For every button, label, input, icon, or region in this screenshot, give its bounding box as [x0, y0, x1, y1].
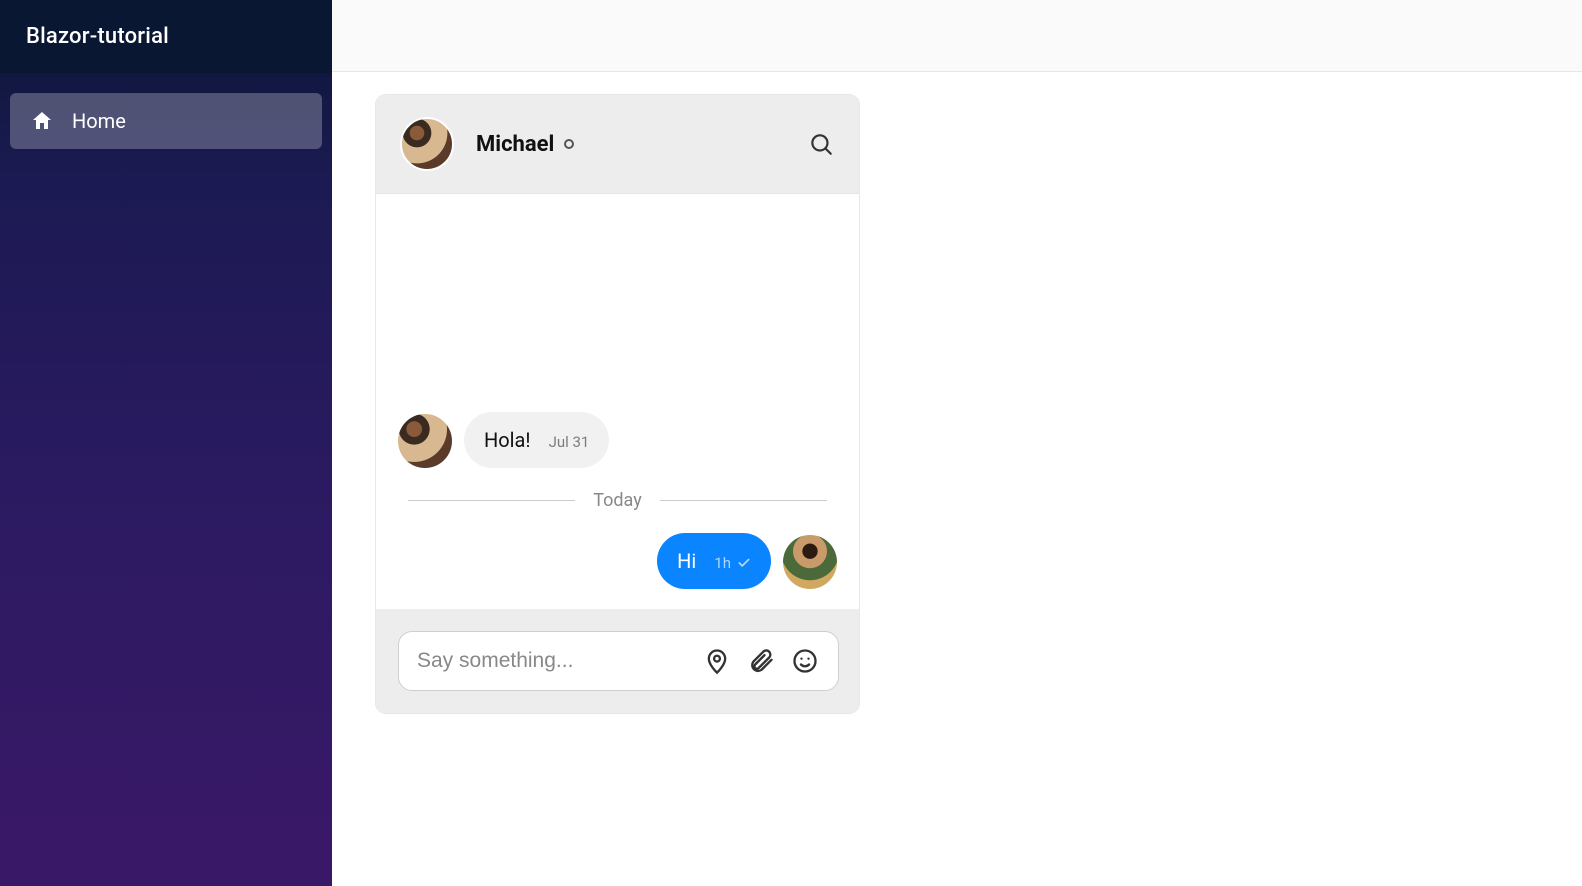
topbar: [332, 0, 1582, 72]
microphone-icon[interactable]: [855, 646, 859, 676]
message-timestamp: Jul 31: [549, 433, 590, 451]
compose-box: [398, 631, 839, 691]
contact-avatar[interactable]: [400, 117, 454, 171]
check-icon: [737, 556, 751, 570]
sidebar-nav: Home: [0, 73, 332, 149]
emoji-icon[interactable]: [790, 646, 820, 676]
message-row: Hi 1h: [398, 533, 837, 589]
message-bubble-outgoing: Hi 1h: [657, 533, 771, 589]
message-text: Hola!: [484, 428, 531, 452]
message-timestamp: 1h: [714, 554, 751, 572]
chat-compose-bar: [376, 609, 859, 713]
contact-name-text: Michael: [476, 132, 554, 157]
message-row: Hola! Jul 31: [398, 412, 837, 468]
sidebar: Blazor-tutorial Home: [0, 0, 332, 886]
chat-widget: Michael Hola! Jul 31: [376, 95, 859, 713]
location-icon[interactable]: [702, 646, 732, 676]
status-indicator: [564, 139, 574, 149]
message-bubble-incoming: Hola! Jul 31: [464, 412, 609, 468]
content: Michael Hola! Jul 31: [332, 72, 1582, 886]
contact-avatar-small: [398, 414, 452, 468]
date-divider-label: Today: [593, 490, 641, 511]
home-icon: [30, 109, 54, 133]
chat-header: Michael: [376, 95, 859, 194]
message-input[interactable]: [417, 649, 688, 673]
self-avatar: [783, 535, 837, 589]
message-text: Hi: [677, 549, 696, 573]
search-icon[interactable]: [807, 130, 835, 158]
main: Michael Hola! Jul 31: [332, 0, 1582, 886]
app-title: Blazor-tutorial: [0, 0, 332, 73]
contact-name: Michael: [476, 132, 574, 157]
chat-messages[interactable]: Hola! Jul 31 Today Hi 1h: [376, 194, 859, 609]
sidebar-item-home[interactable]: Home: [10, 93, 322, 149]
date-divider: Today: [408, 490, 827, 511]
sidebar-item-label: Home: [72, 109, 126, 133]
attachment-icon[interactable]: [746, 646, 776, 676]
